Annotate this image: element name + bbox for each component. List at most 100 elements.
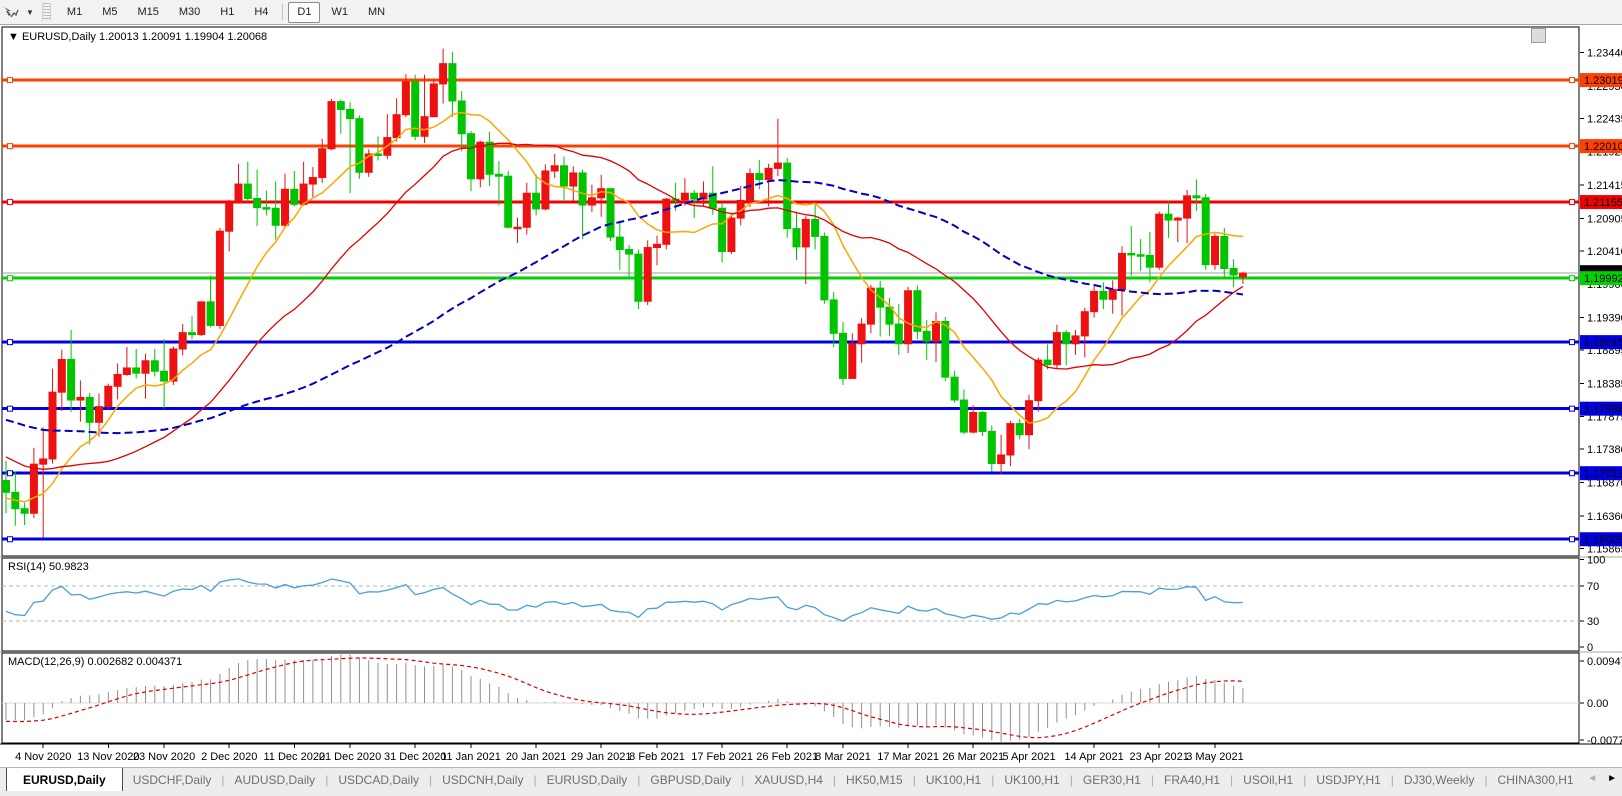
chart-tab-ger30-h1[interactable]: GER30,H1 — [1073, 769, 1151, 791]
candle-body — [1156, 214, 1163, 267]
chart-tool-dropdown-caret-icon[interactable]: ▼ — [22, 8, 38, 17]
tab-scroll-arrows: ◄ ► — [1582, 768, 1622, 785]
chart-tab-audusd-daily[interactable]: AUDUSD,Daily — [225, 769, 326, 791]
chart-tab-usdjpy-h1[interactable]: USDJPY,H1 — [1306, 769, 1390, 791]
line-drag-handle[interactable] — [1570, 406, 1575, 411]
chart-corner-button[interactable] — [1531, 28, 1546, 43]
candle-body — [542, 171, 549, 209]
rsi-axis-tick-label: 100 — [1587, 555, 1605, 567]
tab-scroll-left-icon[interactable]: ◄ — [1582, 772, 1602, 785]
timeframe-button-mn[interactable]: MN — [359, 2, 394, 23]
chart-tab-usdcad-daily[interactable]: USDCAD,Daily — [328, 769, 429, 791]
timeframe-button-w1[interactable]: W1 — [322, 2, 357, 23]
line-drag-handle[interactable] — [1570, 78, 1575, 83]
line-drag-handle[interactable] — [1570, 471, 1575, 476]
chart-tab-china300-h1[interactable]: CHINA300,H1 — [1488, 769, 1581, 791]
candle-body — [719, 208, 726, 251]
candle-body — [486, 142, 493, 174]
chart-tab-usdcnh-daily[interactable]: USDCNH,Daily — [432, 769, 533, 791]
candle-body — [1016, 424, 1023, 435]
candle-body — [979, 412, 986, 431]
chart-tab-eurusd-daily[interactable]: EURUSD,Daily — [6, 768, 123, 791]
candle-body — [626, 250, 633, 255]
candle-body — [1212, 236, 1219, 264]
chart-tab-hk50-m15[interactable]: HK50,M15 — [836, 769, 913, 791]
candle-body — [430, 84, 437, 117]
line-drag-handle[interactable] — [1570, 276, 1575, 281]
candle-body — [1072, 336, 1079, 344]
chart-canvas[interactable]: ▼ EURUSD,Daily 1.20013 1.20091 1.19904 1… — [0, 0, 1622, 796]
candle-body — [1081, 312, 1088, 336]
line-drag-handle[interactable] — [1570, 200, 1575, 205]
line-drag-handle[interactable] — [8, 537, 13, 542]
rsi-axis-tick-label: 0 — [1587, 642, 1593, 654]
macd-axis-tick-label: 0.009478 — [1587, 656, 1622, 668]
timeframe-button-m15[interactable]: M15 — [128, 2, 167, 23]
chart-tab-eurusd-daily[interactable]: EURUSD,Daily — [537, 769, 638, 791]
chart-tool-icon[interactable] — [0, 2, 22, 22]
candle-body — [58, 359, 65, 392]
line-drag-handle[interactable] — [1570, 144, 1575, 149]
date-axis-label: 26 Feb 2021 — [756, 751, 818, 763]
date-axis-label: 4 Nov 2020 — [15, 751, 71, 763]
candle-body — [840, 333, 847, 378]
timeframe-button-d1[interactable]: D1 — [288, 2, 320, 23]
line-drag-handle[interactable] — [8, 144, 13, 149]
candle-body — [923, 331, 930, 341]
candle-body — [1230, 268, 1237, 275]
candle-body — [133, 368, 140, 373]
chart-tab-xauusd-h4[interactable]: XAUUSD,H4 — [744, 769, 833, 791]
line-drag-handle[interactable] — [8, 406, 13, 411]
date-axis-label: 21 Dec 2020 — [319, 751, 381, 763]
candle-body — [1100, 291, 1107, 299]
tab-scroll-right-icon[interactable]: ► — [1602, 772, 1622, 785]
candle-body — [402, 82, 409, 115]
chart-tab-strip: EURUSD,DailyUSDCHF,Daily|AUDUSD,Daily|US… — [0, 768, 1580, 791]
chart-title: ▼ EURUSD,Daily 1.20013 1.20091 1.19904 1… — [8, 31, 267, 43]
candle-body — [970, 412, 977, 432]
date-axis-label: 17 Feb 2021 — [691, 751, 753, 763]
toolbar-separator — [282, 4, 283, 20]
candle-body — [282, 189, 289, 225]
candle-body — [607, 189, 614, 237]
level-axis-label: 1.19992 — [1584, 273, 1622, 285]
line-drag-handle[interactable] — [8, 276, 13, 281]
main-price-panel[interactable] — [2, 27, 1579, 556]
candle-body — [319, 149, 326, 178]
rsi-panel[interactable] — [2, 558, 1579, 651]
timeframe-button-h4[interactable]: H4 — [245, 2, 277, 23]
date-axis-label: 20 Jan 2021 — [506, 751, 567, 763]
candle-body — [1063, 333, 1070, 344]
date-axis-label: 26 Mar 2021 — [942, 751, 1004, 763]
date-axis-label: 3 May 2021 — [1186, 751, 1243, 763]
line-drag-handle[interactable] — [8, 471, 13, 476]
timeframe-button-m1[interactable]: M1 — [58, 2, 91, 23]
candle-body — [105, 386, 112, 406]
chart-tab-fra40-h1[interactable]: FRA40,H1 — [1154, 769, 1230, 791]
candle-body — [142, 361, 149, 373]
chart-tab-uk100-h1[interactable]: UK100,H1 — [994, 769, 1069, 791]
timeframe-button-m5[interactable]: M5 — [93, 2, 126, 23]
chart-tab-dj30-weekly[interactable]: DJ30,Weekly — [1394, 769, 1484, 791]
line-drag-handle[interactable] — [8, 78, 13, 83]
chart-tab-uk100-h1[interactable]: UK100,H1 — [916, 769, 991, 791]
candle-body — [77, 397, 84, 400]
level-axis-label: 1.17998 — [1584, 404, 1622, 416]
timeframe-button-m30[interactable]: M30 — [170, 2, 209, 23]
candle-body — [691, 193, 698, 199]
chart-tab-usdchf-daily[interactable]: USDCHF,Daily — [123, 769, 222, 791]
candle-body — [440, 64, 447, 84]
candle-body — [821, 236, 828, 299]
candle-body — [830, 300, 837, 333]
line-drag-handle[interactable] — [8, 340, 13, 345]
chart-tab-gbpusd-daily[interactable]: GBPUSD,Daily — [640, 769, 741, 791]
candle-body — [1193, 196, 1200, 198]
timeframe-button-h1[interactable]: H1 — [211, 2, 243, 23]
line-drag-handle[interactable] — [1570, 537, 1575, 542]
candle-body — [49, 392, 56, 459]
rsi-label: RSI(14) 50.9823 — [8, 561, 89, 573]
chart-tab-usoil-h1[interactable]: USOil,H1 — [1233, 769, 1303, 791]
toolbar-grip-handle[interactable] — [42, 3, 51, 21]
line-drag-handle[interactable] — [8, 200, 13, 205]
line-drag-handle[interactable] — [1570, 340, 1575, 345]
